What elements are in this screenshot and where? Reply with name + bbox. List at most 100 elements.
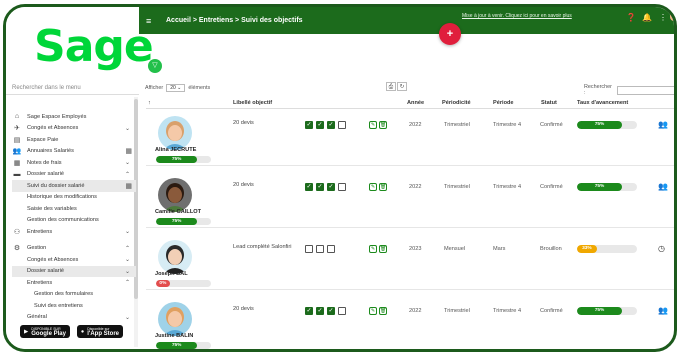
trash-icon[interactable]: 🗑 — [379, 245, 387, 253]
trash-icon[interactable]: 🗑 — [379, 183, 387, 191]
employee-name[interactable]: Alina JECRUTE — [155, 147, 196, 153]
step-checkbox[interactable] — [327, 245, 335, 253]
edit-icon[interactable]: ✎ — [369, 121, 377, 129]
chevron-icon[interactable]: ⌃ — [125, 171, 130, 178]
chevron-icon[interactable]: ⌄ — [125, 228, 130, 235]
table-row[interactable]: Justine BALIN 75% 20 devis ✓ ✓ ✓ ✎ 🗑 2022 … — [146, 296, 674, 349]
step-checkbox[interactable]: ✓ — [327, 183, 335, 191]
page-length-select[interactable]: 20 ⌄ — [166, 84, 186, 92]
progress-bar: 75% — [577, 121, 637, 129]
sidebar-item[interactable]: ▤ Espace Paie — [12, 134, 136, 146]
step-checkbox[interactable]: ✓ — [305, 183, 313, 191]
chevron-icon[interactable]: ⌄ — [125, 256, 130, 263]
filter-icon[interactable]: ▽ — [148, 59, 162, 73]
table-search-input[interactable] — [616, 85, 674, 95]
header-statut[interactable]: Statut — [541, 100, 557, 106]
year-cell: 2023 — [409, 246, 422, 252]
bell-icon[interactable]: 🔔 — [642, 13, 652, 22]
header-annee[interactable]: Année — [407, 100, 424, 106]
step-checkbox[interactable] — [338, 307, 346, 315]
table-row[interactable]: Camille GAILLOT 75% 20 devis ✓ ✓ ✓ ✎ 🗑 202… — [146, 172, 674, 228]
step-checkbox[interactable] — [338, 121, 346, 129]
group-icon[interactable]: 👥 — [658, 120, 668, 129]
table-row[interactable]: Joseph BAL 0% Lead complété Salonfiri ✎ … — [146, 234, 674, 290]
sidebar-item[interactable]: ▬ Dossier salarié ⌃ — [12, 169, 136, 181]
help-icon[interactable]: ❓ — [626, 13, 636, 22]
employee-progress: 0% — [156, 280, 211, 287]
sidebar-item[interactable]: Gestion des formulaires — [12, 289, 136, 301]
breadcrumb: Accueil > Entretiens > Suivi des objecti… — [166, 17, 303, 24]
sidebar-item-label: Saisie des variables — [27, 205, 77, 212]
sidebar-item-label: Général — [27, 314, 47, 321]
step-checkbox[interactable]: ✓ — [305, 307, 313, 315]
chevron-icon[interactable]: ⌄ — [125, 314, 130, 321]
sidebar-item[interactable]: Entretiens ⌃ — [12, 277, 136, 289]
employee-photo — [158, 240, 192, 274]
sidebar-item[interactable]: 👥 Annuaires Salariés ▦ — [12, 146, 136, 158]
sidebar-search-input[interactable]: Rechercher dans le menu — [6, 81, 139, 95]
step-checkbox[interactable] — [316, 245, 324, 253]
group-icon[interactable]: 👥 — [658, 182, 668, 191]
group-icon[interactable]: 👥 — [658, 306, 668, 315]
sidebar-item[interactable]: Général ⌄ — [12, 312, 136, 324]
app-store-badge[interactable]: ● Disponible sur l'App Store — [76, 325, 124, 338]
user-avatar[interactable] — [670, 10, 674, 21]
export-icon[interactable]: ⎙ — [386, 82, 396, 91]
google-play-badge[interactable]: ▶ DISPONIBLE SUR Google Play — [20, 325, 70, 338]
hamburger-menu-icon[interactable]: ≡ — [146, 16, 156, 26]
sidebar-item[interactable]: Gestion des communications — [12, 215, 136, 227]
step-checkbox[interactable]: ✓ — [305, 121, 313, 129]
add-button[interactable]: + — [439, 23, 461, 45]
play-icon: ▶ — [24, 328, 29, 335]
periodicity-cell: Trimestriel — [444, 308, 470, 314]
header-taux[interactable]: Taux d'avancement — [577, 100, 628, 106]
sidebar-item[interactable]: Historique des modifications — [12, 192, 136, 204]
edit-icon[interactable]: ✎ — [369, 307, 377, 315]
employee-name[interactable]: Camille GAILLOT — [155, 209, 201, 215]
update-link[interactable]: Mise à jour à venir. Cliquez ici pour en… — [462, 13, 572, 19]
sidebar-item[interactable]: Saisie des variables — [12, 203, 136, 215]
sidebar-item[interactable]: Suivi des entretiens — [12, 300, 136, 312]
grid-icon[interactable]: ▦ — [125, 182, 132, 190]
header-libelle[interactable]: Libellé objectif — [233, 100, 272, 106]
clock-icon[interactable]: ◷ — [658, 244, 665, 253]
chevron-icon[interactable]: ⌄ — [125, 268, 130, 275]
step-checkbox[interactable]: ✓ — [316, 121, 324, 129]
header-periodicite[interactable]: Périodicité — [442, 100, 471, 106]
chevron-icon[interactable]: ⌃ — [125, 279, 130, 286]
step-checkbox[interactable]: ✓ — [316, 183, 324, 191]
sidebar-item[interactable]: Congés et Absences ⌄ — [12, 254, 136, 266]
employee-name[interactable]: Joseph BAL — [155, 271, 188, 277]
chevron-icon[interactable]: ⌄ — [125, 159, 130, 166]
sidebar-item[interactable]: ✈ Congés et Absences ⌄ — [12, 123, 136, 135]
sidebar-item[interactable]: ▦ Notes de frais ⌄ — [12, 157, 136, 169]
folder-icon: ▬ — [13, 170, 21, 178]
sort-arrow-icon[interactable]: ↑ — [148, 100, 151, 106]
trash-icon[interactable]: 🗑 — [379, 307, 387, 315]
search-label: Rechercher : — [584, 84, 612, 96]
trash-icon[interactable]: 🗑 — [379, 121, 387, 129]
refresh-icon[interactable]: ↻ — [397, 82, 407, 91]
sidebar-item[interactable]: Suivi du dossier salarié ▦ — [12, 180, 136, 192]
app-frame: Sage Rechercher dans le menu ⌂ Sage Espac… — [3, 4, 677, 352]
step-checkbox[interactable]: ✓ — [327, 307, 335, 315]
header-periode[interactable]: Période — [493, 100, 514, 106]
step-checkbox[interactable] — [338, 183, 346, 191]
step-checkbox[interactable]: ✓ — [316, 307, 324, 315]
table-row[interactable]: Alina JECRUTE 75% 20 devis ✓ ✓ ✓ ✎ 🗑 2022 … — [146, 110, 674, 166]
edit-icon[interactable]: ✎ — [369, 245, 377, 253]
edit-icon[interactable]: ✎ — [369, 183, 377, 191]
app-store-label: l'App Store — [87, 330, 120, 337]
more-vertical-icon[interactable]: ⋮ — [659, 13, 667, 22]
status-cell: Confirmé — [540, 184, 563, 190]
chevron-icon[interactable]: ⌃ — [125, 245, 130, 252]
sidebar-item[interactable]: ⚇ Entretiens ⌄ — [12, 226, 136, 238]
sidebar-item[interactable]: Dossier salarié ⌄ — [12, 265, 136, 277]
step-checkbox[interactable] — [305, 245, 313, 253]
step-checkbox[interactable]: ✓ — [327, 121, 335, 129]
grid-icon[interactable]: ▦ — [125, 147, 132, 155]
sidebar-item[interactable]: ⌂ Sage Espace Employés — [12, 111, 136, 123]
sidebar-item[interactable]: ⚙ Gestion ⌃ — [12, 243, 136, 255]
employee-name[interactable]: Justine BALIN — [155, 333, 193, 339]
chevron-icon[interactable]: ⌄ — [125, 125, 130, 132]
